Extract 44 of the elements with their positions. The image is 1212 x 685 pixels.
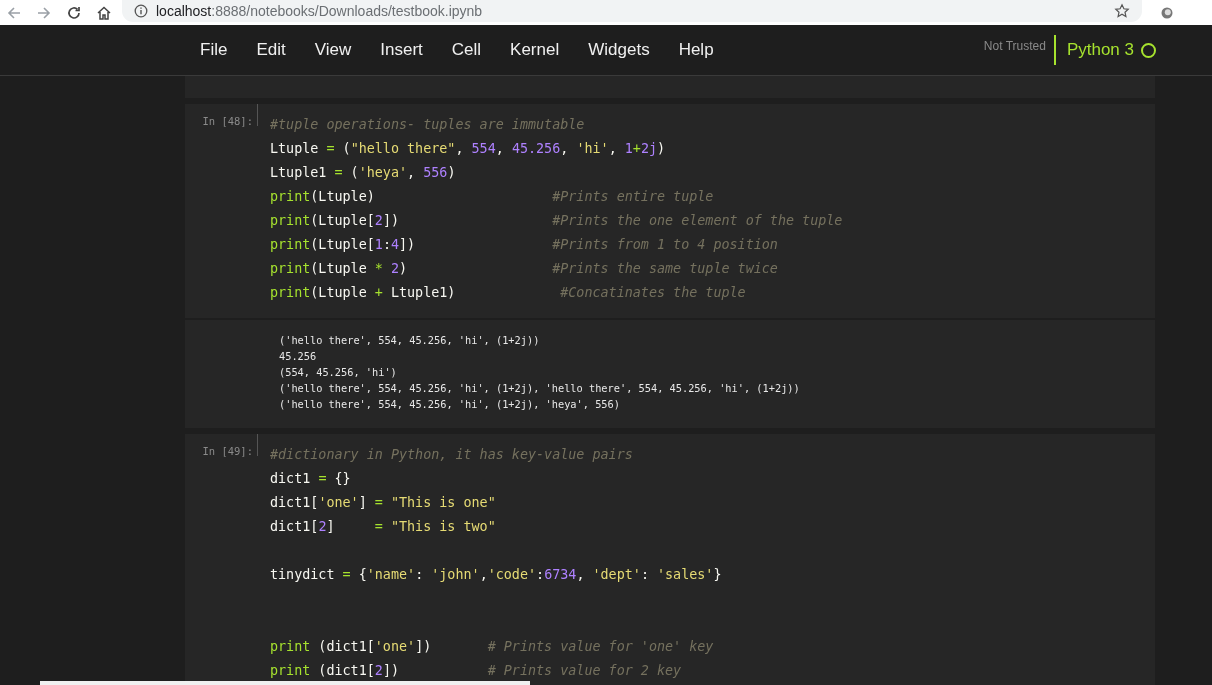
menu-item[interactable]: Insert [367, 36, 436, 64]
output-line: ('hello there', 554, 45.256, 'hi', (1+2j), 'hello there', 554, 45.256, 'hi', (1+2j)) [279, 381, 801, 396]
code-line: print(Ltuple[2]) #Prints the one element of the tuple [270, 212, 844, 230]
home-icon[interactable] [96, 4, 112, 21]
cell-prompt: In [49]: [201, 444, 253, 459]
code-line: print (dict1['one']) # Prints value for 'one' key [270, 638, 715, 656]
cell-prompt: In [48]: [201, 114, 253, 129]
output-line: 45.256 [279, 349, 318, 364]
info-icon[interactable] [134, 4, 148, 18]
forward-arrow-icon[interactable] [36, 4, 52, 21]
output-line: ('hello there', 554, 45.256, 'hi', (1+2j), 'heya', 556) [279, 397, 621, 412]
code-line: print(Ltuple) #Prints entire tuple [270, 188, 715, 206]
code-line: #tuple operations- tuples are immutable [270, 116, 586, 134]
menu-item[interactable]: Kernel [497, 36, 573, 64]
code-line: dict1 = {} [270, 470, 352, 488]
trust-indicator[interactable]: Not Trusted [983, 39, 1046, 53]
address-bar[interactable]: localhost:8888/notebooks/Downloads/testbook.ipynb [122, 0, 1142, 22]
code-line: Ltuple = ("hello there", 554, 45.256, 'hi', 1+2j) [270, 140, 667, 158]
reload-icon[interactable] [66, 4, 82, 21]
output-line: ('hello there', 554, 45.256, 'hi', (1+2j)) [279, 333, 541, 348]
code-line: tinydict = {'name': 'john','code':6734, 'dept': 'sales'} [270, 566, 723, 584]
menu-item[interactable]: Help [665, 36, 727, 64]
code-line: dict1[2] = "This is two" [270, 518, 497, 536]
star-icon[interactable] [1114, 3, 1130, 19]
code-line: #dictionary in Python, it has key-value pairs [270, 446, 634, 464]
code-line: print (dict1[2]) # Prints value for 2 key [270, 662, 683, 680]
url-text: localhost:8888/notebooks/Downloads/testbook.ipynb [156, 3, 484, 19]
code-cell[interactable] [185, 434, 1155, 685]
menu-item[interactable]: Edit [243, 36, 299, 64]
code-line: Ltuple1 = ('heya', 556) [270, 164, 457, 182]
menu-item[interactable]: Widgets [575, 36, 663, 64]
menu-item[interactable]: File [187, 36, 241, 64]
code-line: print(Ltuple[1:4]) #Prints from 1 to 4 position [270, 236, 779, 254]
back-arrow-icon[interactable] [6, 4, 22, 21]
code-cell[interactable] [185, 104, 1155, 318]
code-line: dict1['one'] = "This is one" [270, 494, 497, 512]
output-line: (554, 45.256, 'hi') [279, 365, 398, 380]
code-line: print(Ltuple + Ltuple1) #Concatinates the tuple [270, 284, 747, 302]
kernel-name[interactable]: Python 3 [1053, 35, 1134, 65]
code-line: print(Ltuple * 2) #Prints the same tuple twice [270, 260, 779, 278]
extension-icon[interactable] [1160, 5, 1174, 20]
menu-item[interactable]: View [301, 36, 365, 64]
scrollbar-thumb[interactable] [40, 681, 530, 685]
menu-item[interactable]: Cell [438, 36, 495, 64]
